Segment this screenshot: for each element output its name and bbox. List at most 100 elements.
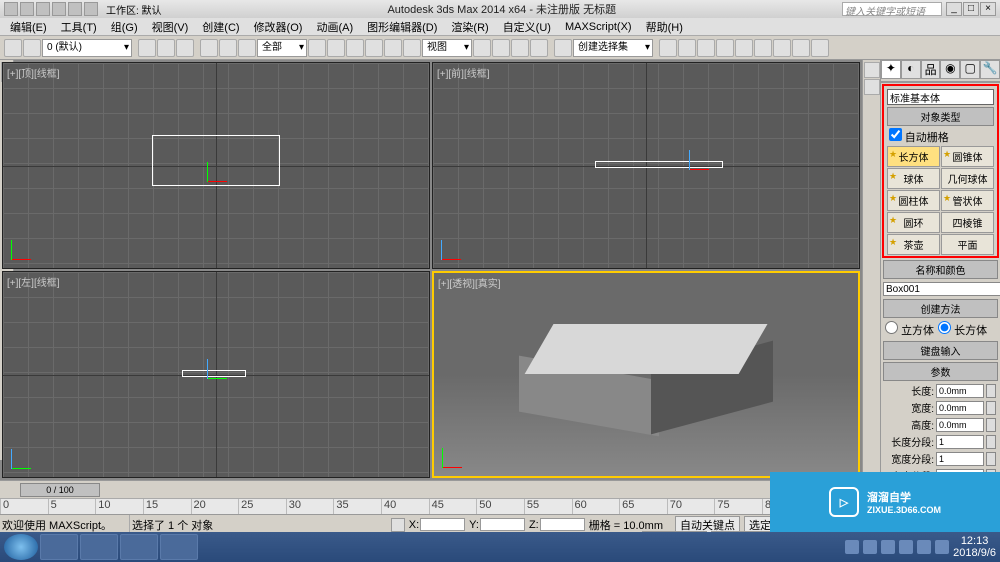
motion-tab[interactable]: ◉ [940,60,960,79]
system-clock[interactable]: 12:132018/9/6 [953,535,996,559]
height-spinner[interactable] [986,418,996,432]
viewport-top[interactable]: [+][顶][线框] [2,62,430,269]
render-button[interactable] [811,39,829,57]
tray-icon[interactable] [845,540,859,554]
width-input[interactable] [936,401,984,415]
lock-icon[interactable] [391,518,405,532]
spinner-snap-button[interactable] [530,39,548,57]
select-button[interactable] [200,39,218,57]
hierarchy-tab[interactable]: 品 [921,60,941,79]
utilities-tab[interactable]: 🔧 [980,60,1000,79]
workspace-label[interactable]: 工作区: 默认 [106,2,162,17]
help-search-input[interactable]: 键入关键字或短语 [842,2,942,16]
wseg-input[interactable] [936,452,984,466]
shapes-subtab[interactable] [898,81,915,83]
select-name-button[interactable] [219,39,237,57]
undo-button[interactable] [4,39,22,57]
start-button[interactable] [4,534,38,560]
rollout-keyboard[interactable]: 键盘输入 [883,341,998,360]
systems-subtab[interactable] [983,81,1000,83]
primitive-1[interactable]: 圆锥体 [941,146,994,167]
curve-editor-button[interactable] [716,39,734,57]
named-sel-button[interactable] [554,39,572,57]
menu-views[interactable]: 视图(V) [146,19,195,35]
rollout-creation-method[interactable]: 创建方法 [883,299,998,318]
tray-icon[interactable] [881,540,895,554]
x-input[interactable] [420,518,465,531]
filter-dropdown[interactable]: 全部 [257,39,307,57]
tray-icon[interactable] [935,540,949,554]
rotate-button[interactable] [327,39,345,57]
task-app4[interactable] [160,534,198,560]
percent-snap-button[interactable] [511,39,529,57]
unlink-button[interactable] [157,39,175,57]
task-3dsmax[interactable] [80,534,118,560]
primitive-4[interactable]: 圆柱体 [887,190,940,211]
rollout-params[interactable]: 参数 [883,362,998,381]
menu-maxscript[interactable]: MAXScript(X) [559,21,638,33]
primitive-8[interactable]: 茶壶 [887,234,940,255]
tray-icon[interactable] [917,540,931,554]
height-input[interactable] [936,418,984,432]
scale-button[interactable] [346,39,364,57]
lseg-spinner[interactable] [986,435,996,449]
manip-button[interactable] [384,39,402,57]
create-tab[interactable]: ✦ [881,60,901,79]
redo-button[interactable] [23,39,41,57]
selset-dropdown[interactable]: 创建选择集 [573,39,653,57]
geometry-subtab[interactable] [881,81,898,83]
viewcube-toggle[interactable] [864,62,880,78]
primitive-9[interactable]: 平面 [941,234,994,255]
cameras-subtab[interactable] [932,81,949,83]
viewport-left-label[interactable]: [+][左][线框] [7,274,60,289]
steering-wheel[interactable] [864,79,880,95]
menu-help[interactable]: 帮助(H) [640,19,689,35]
render-setup-button[interactable] [773,39,791,57]
viewport-front-label[interactable]: [+][前][线框] [437,65,490,80]
primitive-7[interactable]: 四棱锥 [941,212,994,233]
primitive-3[interactable]: 几何球体 [941,168,994,189]
length-spinner[interactable] [986,384,996,398]
menu-grapheditors[interactable]: 图形编辑器(D) [361,19,443,35]
tray-icon[interactable] [899,540,913,554]
rollout-name-color[interactable]: 名称和颜色 [883,260,998,279]
viewport-front[interactable]: [+][前][线框] [432,62,860,269]
viewport-left[interactable]: [+][左][线框] [2,271,430,478]
method-cube-radio[interactable]: 立方体 [885,321,934,338]
tray-icon[interactable] [863,540,877,554]
link-button[interactable] [138,39,156,57]
menu-modifiers[interactable]: 修改器(O) [248,19,309,35]
box-object[interactable] [519,324,773,436]
width-spinner[interactable] [986,401,996,415]
primitive-0[interactable]: 长方体 [887,146,940,167]
menu-rendering[interactable]: 渲染(R) [445,19,494,35]
helpers-subtab[interactable] [949,81,966,83]
close-button[interactable]: × [980,2,996,16]
app-menu-icons[interactable] [4,2,98,16]
z-input[interactable] [540,518,585,531]
lseg-input[interactable] [936,435,984,449]
wseg-spinner[interactable] [986,452,996,466]
refcoord-button[interactable] [365,39,383,57]
primitive-category-dropdown[interactable]: 标准基本体 [887,89,994,105]
layers-button[interactable] [697,39,715,57]
menu-customize[interactable]: 自定义(U) [497,19,557,35]
render-frame-button[interactable] [792,39,810,57]
align-button[interactable] [678,39,696,57]
bind-button[interactable] [176,39,194,57]
rollout-object-type[interactable]: 对象类型 [887,107,994,126]
space-warps-subtab[interactable] [966,81,983,83]
select-region-button[interactable] [238,39,256,57]
layer-dropdown[interactable]: 0 (默认) [42,39,132,57]
menu-group[interactable]: 组(G) [105,19,144,35]
mirror-button[interactable] [659,39,677,57]
schematic-button[interactable] [735,39,753,57]
material-editor-button[interactable] [754,39,772,57]
method-box-radio[interactable]: 长方体 [938,321,987,338]
task-chrome[interactable] [40,534,78,560]
menu-edit[interactable]: 编辑(E) [4,19,53,35]
move-button[interactable] [308,39,326,57]
autogrid-checkbox[interactable] [889,128,902,141]
time-slider-handle[interactable]: 0 / 100 [20,483,100,497]
primitive-5[interactable]: 管状体 [941,190,994,211]
